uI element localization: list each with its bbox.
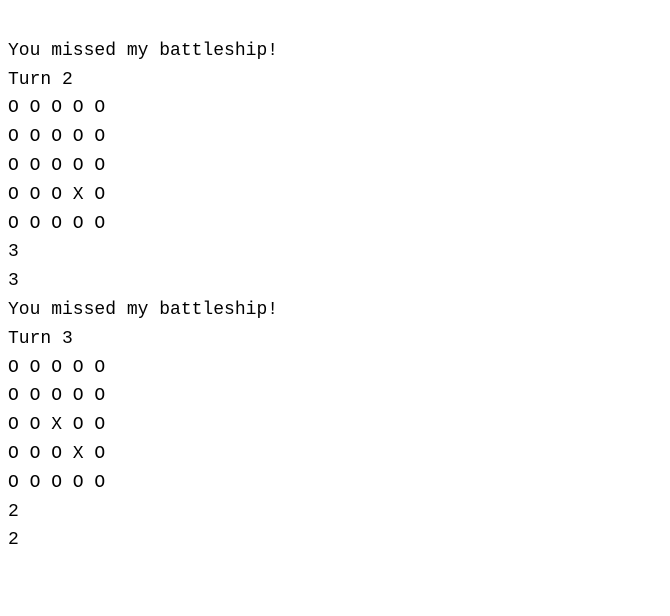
game-line-t3r4: O O O X O [8, 440, 662, 469]
game-line-turn2: Turn 2 [8, 66, 662, 95]
game-line-t3r1: O O O O O [8, 354, 662, 383]
game-line-t2r3: O O O O O [8, 152, 662, 181]
game-output: You missed my battleship!Turn 2O O O O O… [8, 8, 662, 555]
game-line-t3r2: O O O O O [8, 382, 662, 411]
game-line-t3c2: 2 [8, 526, 662, 555]
game-line-t3c1: 2 [8, 498, 662, 527]
game-line-t2r2: O O O O O [8, 123, 662, 152]
game-line-t2r4: O O O X O [8, 181, 662, 210]
game-line-t3r5: O O O O O [8, 469, 662, 498]
game-line-t3r3: O O X O O [8, 411, 662, 440]
game-line-t2r1: O O O O O [8, 94, 662, 123]
game-line-turn3: Turn 3 [8, 325, 662, 354]
game-line-miss1: You missed my battleship! [8, 37, 662, 66]
game-line-t2r5: O O O O O [8, 210, 662, 239]
game-line-miss2: You missed my battleship! [8, 296, 662, 325]
game-line-t2c2: 3 [8, 267, 662, 296]
game-line-t2c1: 3 [8, 238, 662, 267]
